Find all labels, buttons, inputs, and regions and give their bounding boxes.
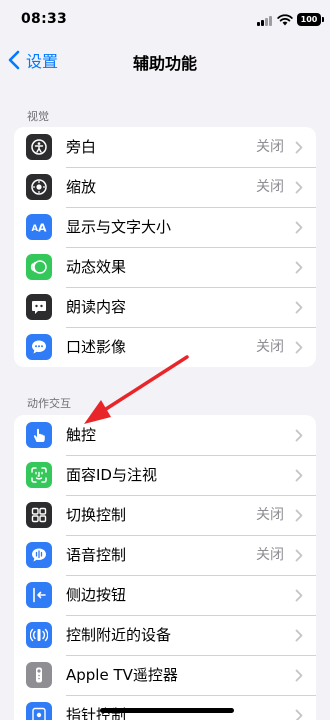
row-face-id-attention[interactable]: 面容ID与注视: [14, 455, 316, 495]
chevron-right-icon: [295, 221, 303, 234]
chevron-right-icon: [295, 509, 303, 522]
row-label-zoom: 缩放: [66, 178, 97, 196]
section-header-physical-motor: 动作交互: [27, 397, 71, 410]
row-touch[interactable]: 触控: [14, 415, 316, 455]
row-value-voiceover: 关闭: [256, 139, 284, 155]
voice-control-icon: [26, 542, 52, 568]
chevron-right-icon: [295, 261, 303, 274]
zoom-icon: [26, 174, 52, 200]
status-bar: 08:33 100: [0, 0, 330, 40]
navigation-bar: 设置 辅助功能: [0, 40, 330, 78]
chevron-right-icon: [295, 141, 303, 154]
chevron-right-icon: [295, 669, 303, 682]
pointer-control-icon: [26, 702, 52, 720]
row-label-voice-control: 语音控制: [66, 546, 127, 564]
settings-group-vision: 旁白 关闭 缩放 关闭 AA 显示与文字大小 动态效果 朗读内容 口述影像 关闭: [14, 127, 316, 367]
face-id-icon: [26, 462, 52, 488]
settings-group-physical-motor: 触控 面容ID与注视 切换控制 关闭 语音控制 关闭 侧边按钮 控制附近的设备 …: [14, 415, 316, 720]
motion-icon: [26, 254, 52, 280]
page-title: 辅助功能: [132, 54, 197, 73]
row-label-voiceover: 旁白: [66, 138, 97, 156]
row-value-zoom: 关闭: [256, 179, 284, 195]
row-motion[interactable]: 动态效果: [14, 247, 316, 287]
apple-tv-remote-icon: [26, 662, 52, 688]
chevron-right-icon: [295, 301, 303, 314]
row-value-voice-control: 关闭: [256, 547, 284, 563]
spoken-content-icon: [26, 294, 52, 320]
row-spoken-content[interactable]: 朗读内容: [14, 287, 316, 327]
chevron-right-icon: [295, 589, 303, 602]
row-voice-control[interactable]: 语音控制 关闭: [14, 535, 316, 575]
voiceover-icon: [26, 134, 52, 160]
row-switch-control[interactable]: 切换控制 关闭: [14, 495, 316, 535]
chevron-right-icon: [295, 341, 303, 354]
row-label-audio-descriptions: 口述影像: [66, 338, 127, 356]
section-header-vision: 视觉: [27, 110, 49, 123]
text-size-icon: AA: [26, 214, 52, 240]
audio-description-icon: [26, 334, 52, 360]
row-voiceover[interactable]: 旁白 关闭: [14, 127, 316, 167]
row-label-switch-control: 切换控制: [66, 506, 127, 524]
chevron-right-icon: [295, 709, 303, 720]
home-indicator[interactable]: [100, 708, 234, 713]
row-label-face-id-attention: 面容ID与注视: [66, 466, 157, 484]
row-value-audio-descriptions: 关闭: [256, 339, 284, 355]
nearby-devices-icon: [26, 622, 52, 648]
row-label-motion: 动态效果: [66, 258, 127, 276]
row-label-spoken-content: 朗读内容: [66, 298, 127, 316]
side-button-icon: [26, 582, 52, 608]
switch-control-icon: [26, 502, 52, 528]
chevron-right-icon: [295, 629, 303, 642]
cellular-signal-icon: [257, 15, 273, 26]
svg-text:A: A: [38, 222, 47, 235]
row-audio-descriptions[interactable]: 口述影像 关闭: [14, 327, 316, 367]
row-display-text-size[interactable]: AA 显示与文字大小: [14, 207, 316, 247]
wifi-icon: [277, 14, 293, 26]
row-apple-tv-remote[interactable]: Apple TV遥控器: [14, 655, 316, 695]
chevron-right-icon: [295, 429, 303, 442]
chevron-right-icon: [295, 469, 303, 482]
chevron-right-icon: [295, 181, 303, 194]
row-label-side-button: 侧边按钮: [66, 586, 127, 604]
touch-icon: [26, 422, 52, 448]
chevron-right-icon: [295, 549, 303, 562]
battery-icon: 100: [297, 13, 324, 26]
row-label-display-text-size: 显示与文字大小: [66, 218, 172, 236]
status-time: 08:33: [21, 11, 68, 27]
row-value-switch-control: 关闭: [256, 507, 284, 523]
row-control-nearby-devices[interactable]: 控制附近的设备: [14, 615, 316, 655]
row-label-apple-tv-remote: Apple TV遥控器: [66, 666, 178, 684]
accessibility-screen: 08:33 100 设置 辅助功能 视觉 旁白 关闭 缩放 关闭 A A 显示与…: [0, 0, 330, 720]
row-label-control-nearby-devices: 控制附近的设备: [66, 626, 172, 644]
row-zoom[interactable]: 缩放 关闭: [14, 167, 316, 207]
row-label-touch: 触控: [66, 426, 97, 444]
row-side-button[interactable]: 侧边按钮: [14, 575, 316, 615]
